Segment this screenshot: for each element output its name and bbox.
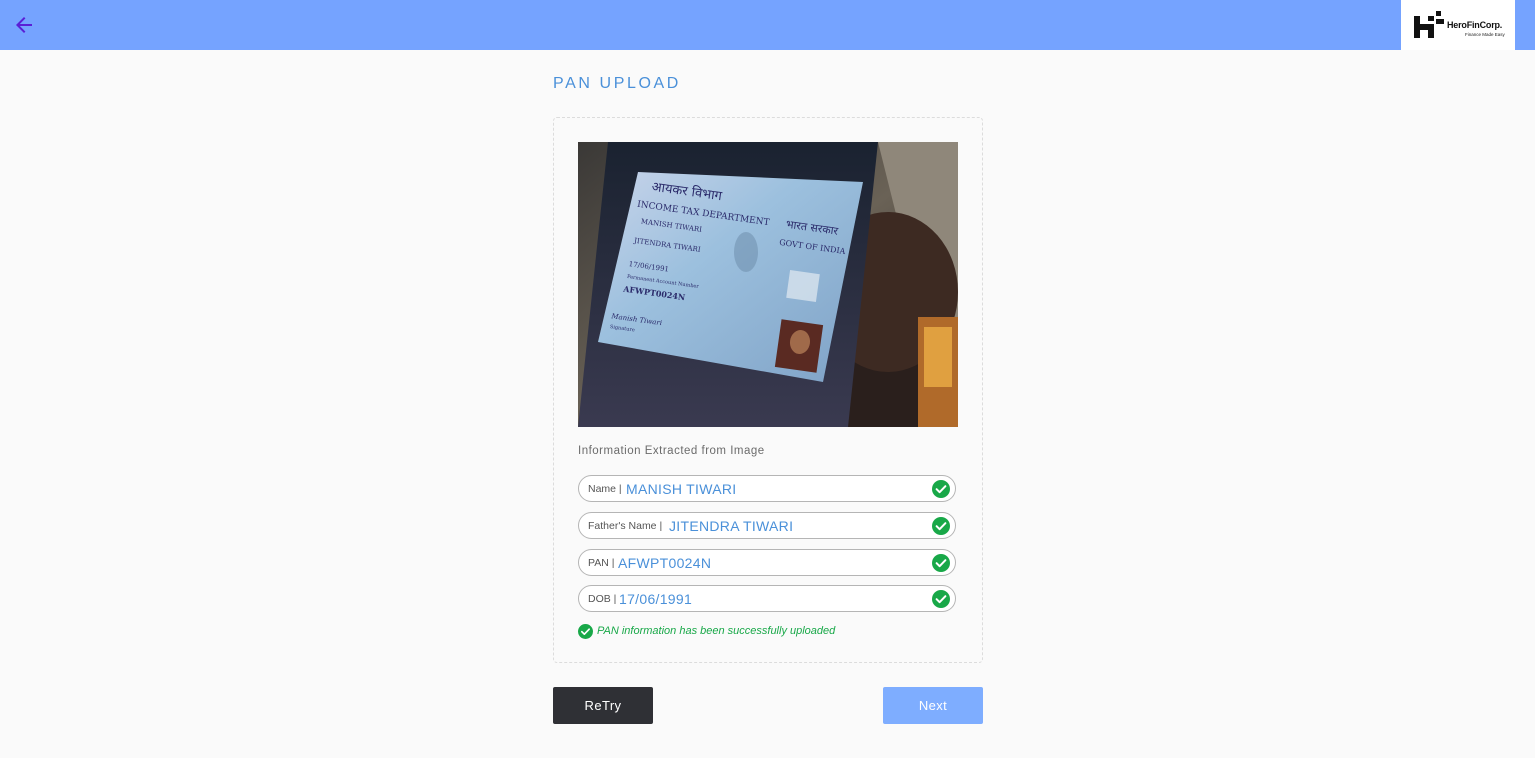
father-name-value: JITENDRA TIWARI [669, 518, 794, 534]
pan-upload-card: आयकर विभाग INCOME TAX DEPARTMENT भारत सर… [553, 117, 983, 663]
logo-wordmark: HeroFinCorp. [1447, 20, 1503, 30]
name-field: Name | MANISH TIWARI [578, 475, 956, 502]
dob-label: DOB | [588, 593, 617, 605]
arrow-left-icon [16, 17, 32, 33]
father-name-label: Father's Name | [588, 520, 663, 532]
father-name-field: Father's Name | JITENDRA TIWARI [578, 512, 956, 539]
check-circle-icon [932, 517, 950, 535]
check-circle-icon [932, 590, 950, 608]
check-circle-icon [578, 624, 593, 639]
page-title: PAN UPLOAD [553, 75, 681, 92]
uploaded-pan-photo: आयकर विभाग INCOME TAX DEPARTMENT भारत सर… [578, 142, 958, 427]
dob-field: DOB | 17/06/1991 [578, 585, 956, 612]
herofincorp-logo-icon [1414, 11, 1444, 38]
brand-logo: HeroFinCorp. Finance Made Easy [1401, 0, 1515, 50]
check-circle-icon [932, 554, 950, 572]
pan-label: PAN | [588, 557, 615, 569]
next-button[interactable]: Next [883, 687, 983, 724]
success-text: PAN information has been successfully up… [597, 625, 836, 637]
check-circle-icon [932, 480, 950, 498]
name-value: MANISH TIWARI [626, 481, 737, 497]
back-button[interactable] [12, 13, 36, 37]
pan-field: PAN | AFWPT0024N [578, 549, 956, 576]
top-bar: HeroFinCorp. Finance Made Easy [0, 0, 1535, 50]
extracted-info-label: Information Extracted from Image [578, 445, 765, 457]
logo-tagline: Finance Made Easy [1465, 32, 1505, 37]
dob-value: 17/06/1991 [619, 591, 693, 607]
name-label: Name | [588, 483, 622, 495]
pan-value: AFWPT0024N [618, 555, 712, 571]
retry-button[interactable]: ReTry [553, 687, 653, 724]
